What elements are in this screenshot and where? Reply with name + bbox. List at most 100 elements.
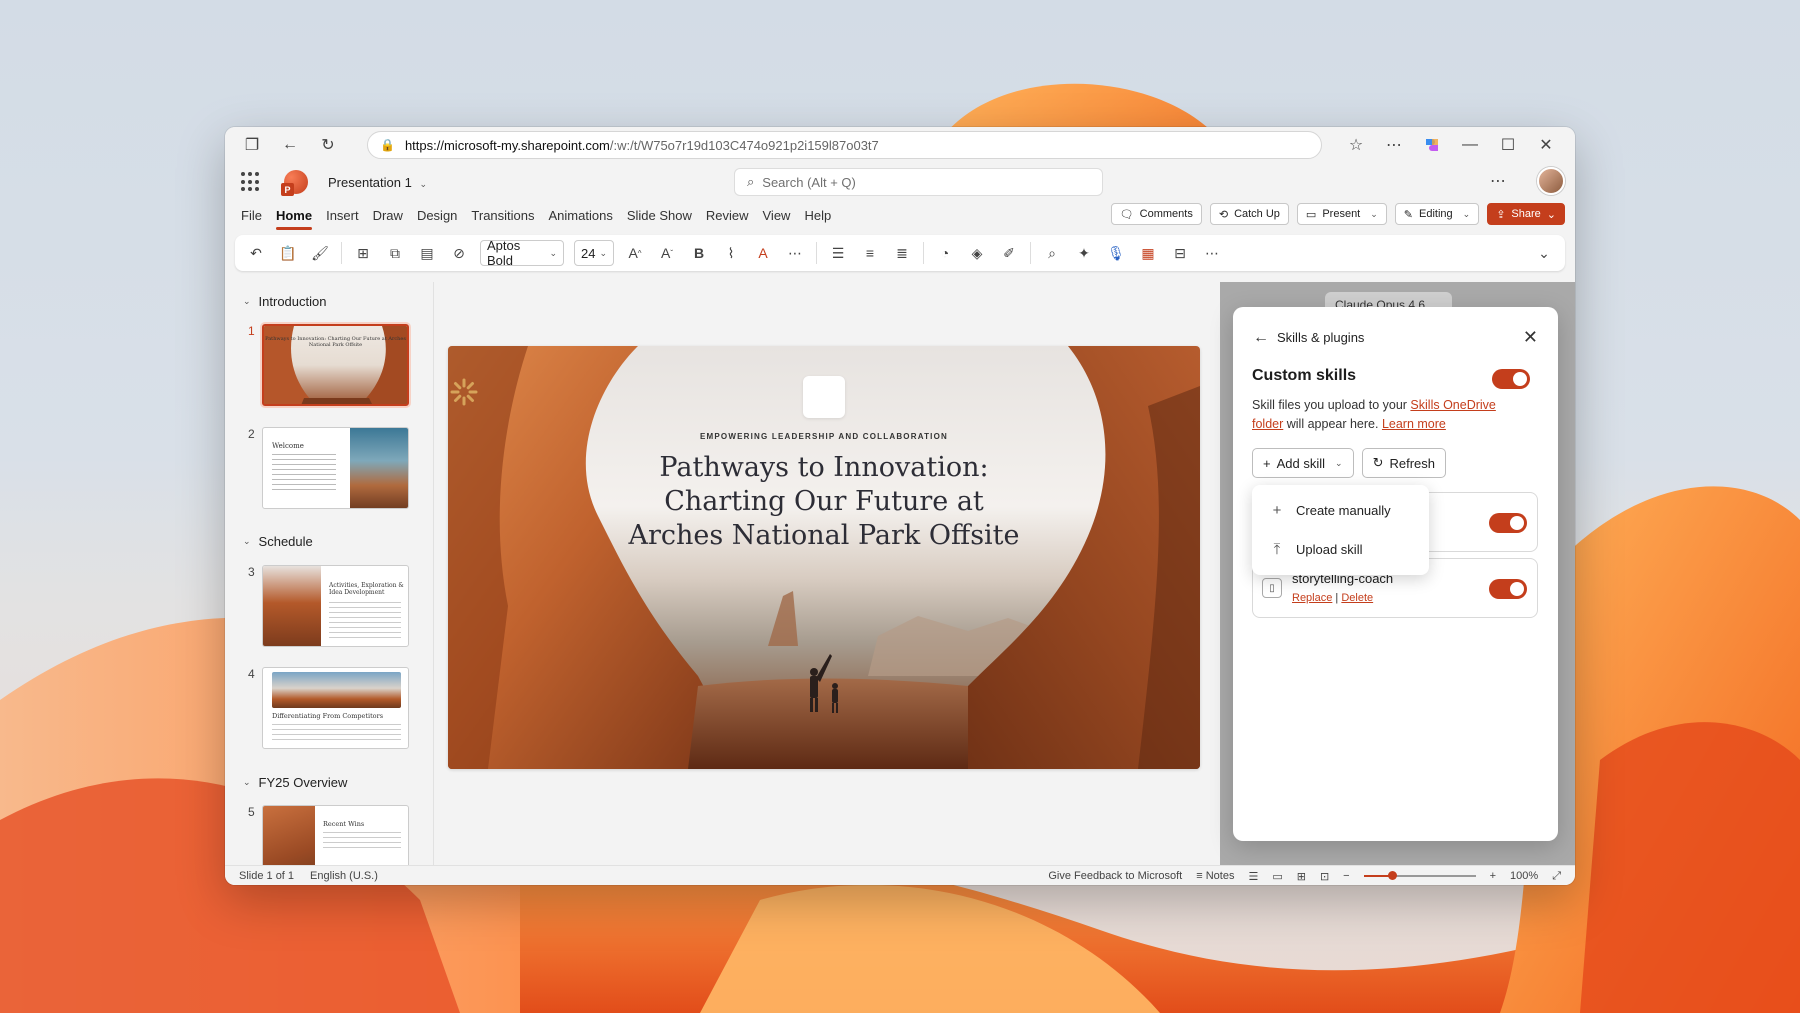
back-arrow-icon[interactable]: ← xyxy=(1253,329,1269,347)
create-manually-menu-item[interactable]: + Create manually xyxy=(1252,491,1429,530)
numbering-icon[interactable]: ≡ xyxy=(859,242,881,264)
zoom-in-icon[interactable]: + xyxy=(1490,870,1496,882)
shape-outline-icon[interactable]: ✐ xyxy=(998,242,1020,264)
increase-font-icon[interactable]: A ^ xyxy=(624,242,646,264)
notes-button[interactable]: ≡ Notes xyxy=(1196,870,1234,882)
slide-sorter-icon[interactable]: ⊞ xyxy=(1297,870,1306,883)
minimize-icon[interactable]: — xyxy=(1459,134,1481,156)
dictate-icon[interactable]: 🎙 xyxy=(1105,242,1127,264)
reuse-slides-icon[interactable]: ⧉ xyxy=(384,242,406,264)
delete-link[interactable]: Delete xyxy=(1341,592,1373,604)
zoom-level[interactable]: 100% xyxy=(1510,870,1538,882)
back-icon[interactable]: ← xyxy=(279,134,301,156)
shape-fill-icon[interactable]: ◈ xyxy=(966,242,988,264)
slide-1[interactable]: EMPOWERING LEADERSHIP AND COLLABORATION … xyxy=(448,346,1200,769)
avatar[interactable] xyxy=(1537,167,1565,195)
zoom-out-icon[interactable]: − xyxy=(1343,870,1349,882)
app-more-icon[interactable]: ⋯ xyxy=(1487,170,1509,192)
catch-up-button[interactable]: ⟲ Catch Up xyxy=(1209,203,1289,225)
slide-thumbnail-3[interactable]: Activities, Exploration & Idea Developme… xyxy=(262,565,409,647)
ribbon-collapse-icon[interactable]: ⌄ xyxy=(1533,242,1555,264)
upload-skill-menu-item[interactable]: ⤒ Upload skill xyxy=(1252,530,1429,569)
hide-slide-icon[interactable]: ⊘ xyxy=(448,242,470,264)
find-icon[interactable]: ⌕ xyxy=(1041,242,1063,264)
bullets-icon[interactable]: ☰ xyxy=(827,242,849,264)
tab-home[interactable]: Home xyxy=(275,204,313,230)
app-launcher-icon[interactable] xyxy=(241,172,261,192)
share-button[interactable]: ⇪ Share ⌄ xyxy=(1487,203,1565,225)
present-button[interactable]: ▭ Present ⌄ xyxy=(1296,203,1387,225)
custom-skills-toggle[interactable] xyxy=(1492,369,1530,389)
paste-icon[interactable]: 📋 xyxy=(277,242,299,264)
close-window-icon[interactable]: ✕ xyxy=(1535,134,1557,156)
copilot-icon[interactable] xyxy=(1421,134,1443,156)
slide-number: 3 xyxy=(248,565,255,579)
ribbon-more-icon[interactable]: ⋯ xyxy=(1201,242,1223,264)
pencil-icon: ✎ xyxy=(1403,208,1414,221)
fit-to-window-icon[interactable]: ⤢ xyxy=(1552,870,1561,883)
learn-more-link[interactable]: Learn more xyxy=(1382,417,1446,431)
favorites-icon[interactable]: ☆ xyxy=(1345,134,1367,156)
tab-slide-show[interactable]: Slide Show xyxy=(627,204,692,227)
tab-transitions[interactable]: Transitions xyxy=(471,204,534,227)
tab-file[interactable]: File xyxy=(241,204,262,227)
more-icon[interactable]: ⋯ xyxy=(1383,134,1405,156)
skill-toggle[interactable] xyxy=(1489,513,1527,533)
slide-title[interactable]: Pathways to Innovation: Charting Our Fut… xyxy=(448,451,1200,553)
slide-thumbnail-2[interactable]: Welcome xyxy=(262,427,409,509)
tab-help[interactable]: Help xyxy=(804,204,831,227)
refresh-icon[interactable]: ↻ xyxy=(317,134,339,156)
ribbon-tabs: File Home Insert Draw Design Transitions… xyxy=(225,201,1575,230)
address-bar[interactable]: 🔒 https://microsoft-my.sharepoint.com/:w… xyxy=(367,131,1322,159)
skill-toggle[interactable] xyxy=(1489,579,1527,599)
new-slide-icon[interactable]: ⊞ xyxy=(352,242,374,264)
document-title[interactable]: Presentation 1 ⌄ xyxy=(328,175,427,190)
format-painter-icon[interactable]: 🖌 xyxy=(309,242,331,264)
normal-view-icon[interactable]: ▭ xyxy=(1272,870,1282,883)
feedback-link[interactable]: Give Feedback to Microsoft xyxy=(1048,870,1182,882)
bold-icon[interactable]: B xyxy=(688,242,710,264)
maximize-icon[interactable]: ☐ xyxy=(1497,134,1519,156)
highlight-icon[interactable]: ⌇ xyxy=(720,242,742,264)
more-font-options-icon[interactable]: ⋯ xyxy=(784,242,806,264)
decrease-font-icon[interactable]: Aˇ xyxy=(656,242,678,264)
section-introduction[interactable]: ⌄ Introduction xyxy=(243,294,326,309)
reading-view-icon[interactable]: ⊡ xyxy=(1320,870,1329,883)
slide-thumbnail-1[interactable]: Pathways to Innovation: Charting Our Fut… xyxy=(262,324,409,406)
designer-icon[interactable]: ✦ xyxy=(1073,242,1095,264)
slide-thumbnail-4[interactable]: Differentiating From Competitors xyxy=(262,667,409,749)
language-indicator[interactable]: English (U.S.) xyxy=(310,870,378,882)
replace-link[interactable]: Replace xyxy=(1292,592,1332,604)
add-ins-icon[interactable]: ▦ xyxy=(1137,242,1159,264)
chevron-down-icon[interactable]: ⌄ xyxy=(1370,209,1378,220)
tab-insert[interactable]: Insert xyxy=(326,204,359,227)
align-icon[interactable]: ≣ xyxy=(891,242,913,264)
add-skill-button[interactable]: + Add skill ⌄ xyxy=(1252,448,1354,478)
search-input[interactable]: ⌕ Search (Alt + Q) xyxy=(734,168,1103,196)
shapes-icon[interactable]: ◔ xyxy=(934,242,956,264)
zoom-slider[interactable] xyxy=(1363,871,1476,880)
section-schedule[interactable]: ⌄ Schedule xyxy=(243,534,313,549)
refresh-button[interactable]: ↻ Refresh xyxy=(1361,448,1446,478)
notes-icon: ≡ xyxy=(1196,870,1203,882)
slide-thumbnail-5[interactable]: Recent Wins xyxy=(262,805,409,865)
font-size-select[interactable]: 24 ⌄ xyxy=(574,240,614,266)
addins-store-icon[interactable]: ⊟ xyxy=(1169,242,1191,264)
tab-view[interactable]: View xyxy=(763,204,791,227)
font-name-select[interactable]: Aptos Bold ⌄ xyxy=(480,238,564,268)
tab-review[interactable]: Review xyxy=(706,204,749,227)
undo-icon[interactable]: ↶ xyxy=(245,242,267,264)
tab-animations[interactable]: Animations xyxy=(549,204,613,227)
tab-design[interactable]: Design xyxy=(417,204,457,227)
workspaces-icon[interactable]: ❐ xyxy=(241,134,263,156)
comments-button[interactable]: 🗨 Comments xyxy=(1110,203,1202,225)
section-fy25-overview[interactable]: ⌄ FY25 Overview xyxy=(243,775,347,790)
font-color-icon[interactable]: A xyxy=(752,242,774,264)
layout-icon[interactable]: ▤ xyxy=(416,242,438,264)
editing-mode-button[interactable]: ✎ Editing ⌄ xyxy=(1394,203,1480,225)
tab-draw[interactable]: Draw xyxy=(373,204,403,227)
zoom-knob[interactable] xyxy=(1387,871,1397,880)
plus-icon: + xyxy=(1272,502,1282,519)
outline-view-icon[interactable]: ☰ xyxy=(1248,870,1258,883)
close-icon[interactable]: ✕ xyxy=(1523,327,1538,348)
